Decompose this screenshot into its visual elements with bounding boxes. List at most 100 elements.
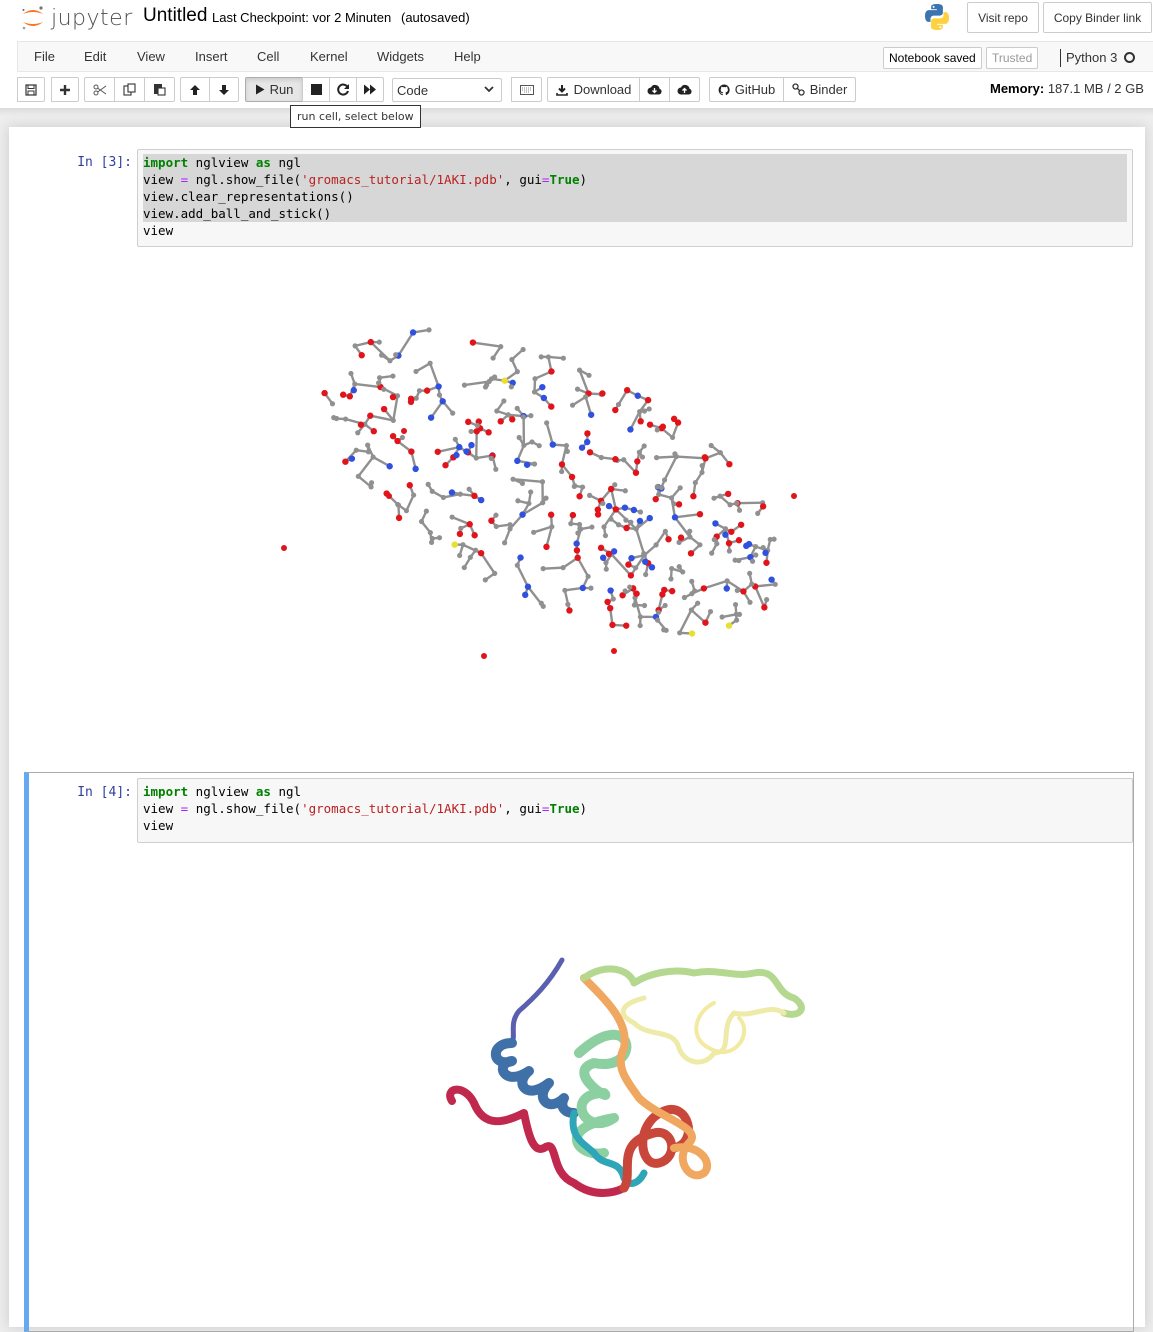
atom-oxygen [575,555,581,561]
binder-button[interactable]: Binder [783,77,856,102]
github-button[interactable]: GitHub [709,77,784,102]
atom-carbon [708,609,713,614]
atom-carbon [568,521,573,526]
atom-nitrogen [539,384,545,390]
atom-oxygen [598,545,604,551]
jupyter-logo[interactable]: jupyter [20,3,133,33]
code-editor[interactable]: import nglview as nglview = ngl.show_fil… [137,778,1133,843]
atom-oxygen [569,474,575,480]
atom-carbon [575,530,580,535]
run-button[interactable]: Run [245,77,303,102]
menu-cell[interactable]: Cell [257,49,279,64]
atom-carbon [585,574,590,579]
code-text[interactable]: import nglview as nglview = ngl.show_fil… [138,779,1132,838]
trusted-indicator[interactable]: Trusted [986,47,1038,69]
restart-icon [337,83,350,96]
code-cell[interactable]: In [3]: import nglview as nglview = ngl.… [24,127,1134,749]
code-line: view.clear_representations() [143,188,1127,205]
kernel-idle-icon [1124,52,1135,63]
cell-type-select[interactable]: Code [392,78,502,102]
cut-button[interactable] [84,77,115,102]
command-palette-button[interactable] [511,77,542,102]
memory-usage: Memory: 187.1 MB / 2 GB [990,81,1144,96]
cloud-download-button[interactable] [639,77,670,102]
copy-icon [123,83,136,96]
atom-carbon [506,412,511,417]
atom-carbon [603,533,608,538]
atom-nitrogen [449,489,455,495]
atom-nitrogen [647,515,653,521]
atom-carbon [507,522,512,527]
atom-carbon [642,603,647,608]
atom-carbon [561,356,566,361]
atom-carbon [672,451,677,456]
paste-button[interactable] [144,77,175,102]
atom-oxygen [584,430,590,436]
atom-nitrogen [478,497,484,503]
copy-button[interactable] [114,77,145,102]
atom-oxygen [587,449,593,455]
menu-edit[interactable]: Edit [84,49,106,64]
save-button[interactable] [17,77,45,102]
cartoon-viewer[interactable] [434,943,814,1213]
atom-carbon [737,612,742,617]
atom-nitrogen [514,458,520,464]
atom-nitrogen [351,387,357,393]
atom-carbon [735,588,740,593]
download-button[interactable]: Download [547,77,640,102]
bond [578,558,588,577]
menu-file[interactable]: File [34,49,55,64]
atom-oxygen [559,461,565,467]
atom-carbon [611,596,616,601]
atom-nitrogen [525,584,531,590]
code-text[interactable]: import nglview as nglview = ngl.show_fil… [138,150,1132,243]
ribbon-yellow [623,998,784,1062]
kernel-name[interactable]: Python 3 [1060,49,1117,67]
atom-nitrogen [580,585,586,591]
atom-carbon [529,439,534,444]
atom-carbon [711,496,716,501]
atom-carbon [662,477,667,482]
code-line: import nglview as ngl [143,783,1127,800]
menu-kernel[interactable]: Kernel [310,49,348,64]
atom-oxygen [408,396,414,402]
atom-carbon [330,401,335,406]
checkpoint-status: Last Checkpoint: vor 2 Minuten [212,10,391,25]
atom-carbon [700,463,705,468]
menu-widgets[interactable]: Widgets [377,49,424,64]
notebook-title[interactable]: Untitled [143,5,207,27]
menu-insert[interactable]: Insert [195,49,228,64]
toolbar-group-clipboard [84,77,175,102]
menu-help[interactable]: Help [454,49,481,64]
insert-cell-button[interactable] [51,77,79,102]
menu-view[interactable]: View [137,49,165,64]
atom-oxygen [442,462,448,468]
restart-run-all-button[interactable] [356,77,384,102]
interrupt-kernel-button[interactable] [302,77,330,102]
atom-carbon [390,373,395,378]
atom-oxygen [347,393,353,399]
atom-carbon [365,443,370,448]
move-up-button[interactable] [180,77,210,102]
atom-carbon [395,502,400,507]
atom-oxygen [633,590,639,596]
notebook-site[interactable]: In [3]: import nglview as nglview = ngl.… [0,108,1153,1311]
atom-oxygen [465,419,471,425]
atom-carbon [692,588,697,593]
chevron-down-icon [483,83,495,95]
code-cell-selected[interactable]: In [4]: import nglview as nglview = ngl.… [24,772,1134,1332]
visit-repo-button[interactable]: Visit repo [967,2,1039,33]
atom-carbon [462,565,467,570]
atom-nitrogen [642,559,648,565]
ribbon-n-terminus [512,960,562,1043]
atom-carbon [354,448,359,453]
move-down-button[interactable] [209,77,239,102]
code-editor[interactable]: import nglview as nglview = ngl.show_fil… [137,149,1133,247]
ball-and-stick-viewer[interactable] [274,306,814,661]
code-line: view [143,817,1127,834]
atom-carbon [623,488,628,493]
cloud-upload-button[interactable] [669,77,700,102]
atom-oxygen [637,418,643,424]
copy-binder-link-button[interactable]: Copy Binder link [1043,2,1152,33]
restart-kernel-button[interactable] [329,77,357,102]
